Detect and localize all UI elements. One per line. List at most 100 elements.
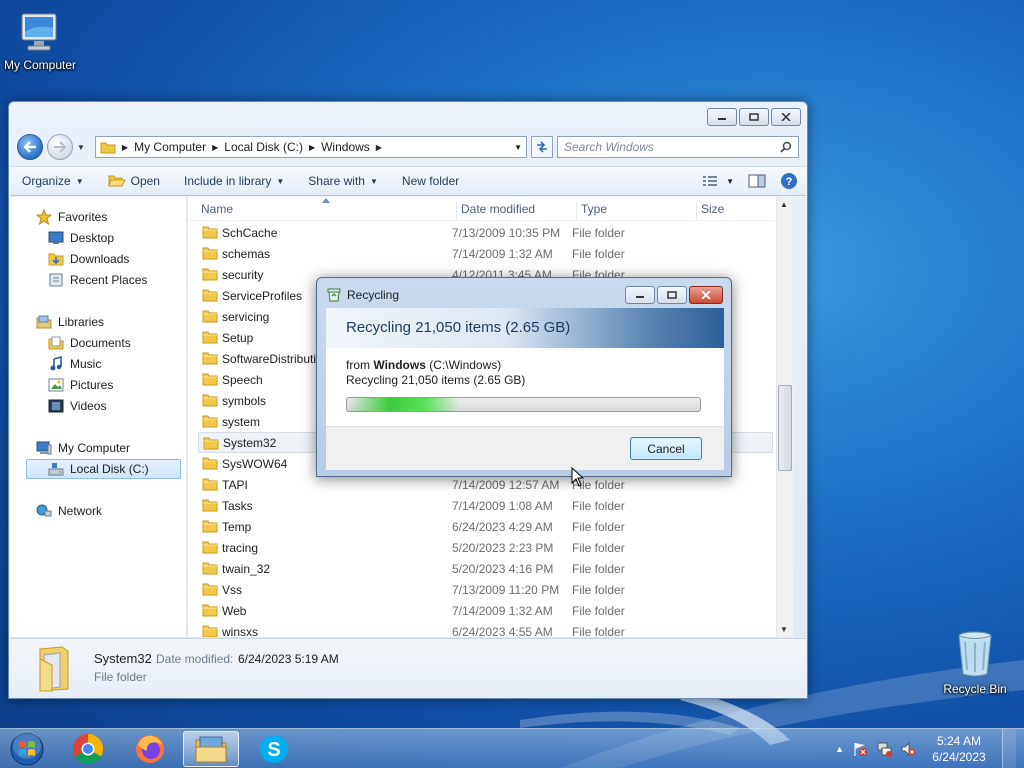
file-name: Tasks xyxy=(222,498,253,513)
recent-places-icon xyxy=(49,273,63,287)
breadcrumb-local-disk[interactable]: Local Disk (C:) xyxy=(224,140,303,154)
minimize-button[interactable] xyxy=(707,108,737,126)
nav-pictures[interactable]: Pictures xyxy=(48,375,113,395)
taskbar-chrome[interactable] xyxy=(60,731,116,767)
column-name[interactable]: Name xyxy=(197,202,452,220)
nav-desktop[interactable]: Desktop xyxy=(48,228,114,248)
star-icon xyxy=(36,209,52,225)
change-view-button[interactable]: ▼ xyxy=(702,175,734,187)
nav-my-computer[interactable]: My Computer xyxy=(36,438,130,458)
preview-pane-icon[interactable] xyxy=(748,174,766,188)
back-button[interactable] xyxy=(17,134,43,160)
taskbar-clock[interactable]: 5:24 AM 6/24/2023 xyxy=(924,733,994,765)
close-button[interactable] xyxy=(771,108,801,126)
share-with-menu[interactable]: Share with ▼ xyxy=(296,174,390,188)
forward-button[interactable] xyxy=(47,134,73,160)
taskbar-skype[interactable]: S xyxy=(246,731,302,767)
file-row[interactable]: TAPI 7/14/2009 12:57 AM File folder xyxy=(198,474,773,495)
cancel-button[interactable]: Cancel xyxy=(630,437,702,460)
from-path: (C:\Windows) xyxy=(429,358,502,372)
videos-icon xyxy=(48,399,64,413)
nav-videos[interactable]: Videos xyxy=(48,396,106,416)
chevron-right-icon[interactable]: ▶ xyxy=(212,143,218,152)
folder-icon xyxy=(202,415,218,428)
action-center-flag-icon[interactable] xyxy=(852,741,868,757)
minimize-icon xyxy=(636,296,644,298)
recent-pages-dropdown[interactable]: ▼ xyxy=(77,143,85,152)
nav-network[interactable]: Network xyxy=(36,501,102,521)
folder-icon xyxy=(202,352,218,365)
column-type[interactable]: Type xyxy=(576,202,696,220)
nav-recent-places[interactable]: Recent Places xyxy=(48,270,147,290)
file-row[interactable]: Vss 7/13/2009 11:20 PM File folder xyxy=(198,579,773,600)
file-row[interactable]: Tasks 7/14/2009 1:08 AM File folder xyxy=(198,495,773,516)
scroll-down-arrow[interactable]: ▼ xyxy=(780,625,788,634)
file-row[interactable]: Web 7/14/2009 1:32 AM File folder xyxy=(198,600,773,621)
scroll-up-arrow[interactable]: ▲ xyxy=(780,200,788,209)
navigation-pane: Favorites Desktop Downloads Recent Place… xyxy=(10,197,187,637)
nav-libraries[interactable]: Libraries xyxy=(36,312,104,332)
include-in-library-label: Include in library xyxy=(183,174,272,188)
nav-label: My Computer xyxy=(58,441,131,455)
refresh-button[interactable] xyxy=(531,136,553,158)
file-name: Speech xyxy=(222,372,263,387)
volume-muted-icon[interactable] xyxy=(900,741,916,757)
column-size[interactable]: Size xyxy=(696,202,776,220)
chevron-right-icon[interactable]: ▶ xyxy=(376,143,382,152)
chevron-down-icon: ▼ xyxy=(369,176,378,186)
address-dropdown[interactable]: ▼ xyxy=(514,143,526,152)
scroll-thumb[interactable] xyxy=(778,385,792,471)
show-desktop-button[interactable] xyxy=(1002,729,1016,768)
window-caption-buttons xyxy=(707,108,801,126)
desktop-icon-label: Recycle Bin xyxy=(943,682,1007,696)
open-label: Open xyxy=(130,174,160,188)
file-name: SoftwareDistributio xyxy=(222,351,323,366)
recycle-bin-icon xyxy=(958,631,992,677)
nav-documents[interactable]: Documents xyxy=(48,333,131,353)
pictures-icon xyxy=(48,378,64,392)
address-bar[interactable]: ▶ My Computer ▶ Local Disk (C:) ▶ Window… xyxy=(94,136,527,158)
file-name: security xyxy=(222,267,264,282)
column-type-label: Type xyxy=(581,202,608,216)
folder-icon xyxy=(202,331,218,344)
column-date-modified[interactable]: Date modified xyxy=(456,202,576,220)
help-icon[interactable]: ? xyxy=(780,172,798,190)
desktop-icon-my-computer[interactable]: My Computer xyxy=(0,8,80,72)
file-row[interactable]: tracing 5/20/2023 2:23 PM File folder xyxy=(198,537,773,558)
nav-music[interactable]: Music xyxy=(48,354,101,374)
open-button[interactable]: Open xyxy=(96,174,172,188)
nav-local-disk[interactable]: Local Disk (C:) xyxy=(26,459,181,479)
start-button[interactable] xyxy=(0,731,54,767)
desktop-icon-recycle-bin[interactable]: Recycle Bin xyxy=(935,628,1015,696)
vertical-scrollbar[interactable]: ▲ ▼ xyxy=(776,197,793,637)
breadcrumb-windows[interactable]: Windows xyxy=(321,140,370,154)
show-hidden-icons-button[interactable]: ▲ xyxy=(835,744,844,754)
dialog-minimize-button[interactable] xyxy=(625,286,655,304)
file-row[interactable]: twain_32 5/20/2023 4:16 PM File folder xyxy=(198,558,773,579)
chevron-down-icon: ▼ xyxy=(276,176,285,186)
file-row[interactable]: Temp 6/24/2023 4:29 AM File folder xyxy=(198,516,773,537)
dialog-close-button[interactable] xyxy=(689,286,723,304)
breadcrumb-my-computer[interactable]: My Computer xyxy=(134,140,206,154)
include-in-library-menu[interactable]: Include in library ▼ xyxy=(172,174,296,188)
chevron-right-icon[interactable]: ▶ xyxy=(309,143,315,152)
dialog-maximize-button[interactable] xyxy=(657,286,687,304)
minimize-icon xyxy=(718,118,726,120)
file-name: symbols xyxy=(222,393,267,408)
nav-label: Libraries xyxy=(58,315,105,329)
organize-menu[interactable]: Organize ▼ xyxy=(10,174,96,188)
clock-date: 6/24/2023 xyxy=(932,750,986,764)
network-status-icon[interactable] xyxy=(876,741,892,757)
column-size-label: Size xyxy=(701,202,725,216)
nav-downloads[interactable]: Downloads xyxy=(48,249,129,269)
nav-favorites[interactable]: Favorites xyxy=(36,207,107,227)
taskbar-explorer[interactable] xyxy=(183,731,239,767)
search-box[interactable]: Search Windows xyxy=(557,136,799,158)
file-row[interactable]: SchCache 7/13/2009 10:35 PM File folder xyxy=(198,222,773,243)
taskbar-firefox[interactable] xyxy=(122,731,178,767)
maximize-button[interactable] xyxy=(739,108,769,126)
new-folder-button[interactable]: New folder xyxy=(390,174,471,188)
folder-icon xyxy=(202,541,218,554)
file-row[interactable]: winsxs 6/24/2023 4:55 AM File folder xyxy=(198,621,773,637)
file-row[interactable]: schemas 7/14/2009 1:32 AM File folder xyxy=(198,243,773,264)
